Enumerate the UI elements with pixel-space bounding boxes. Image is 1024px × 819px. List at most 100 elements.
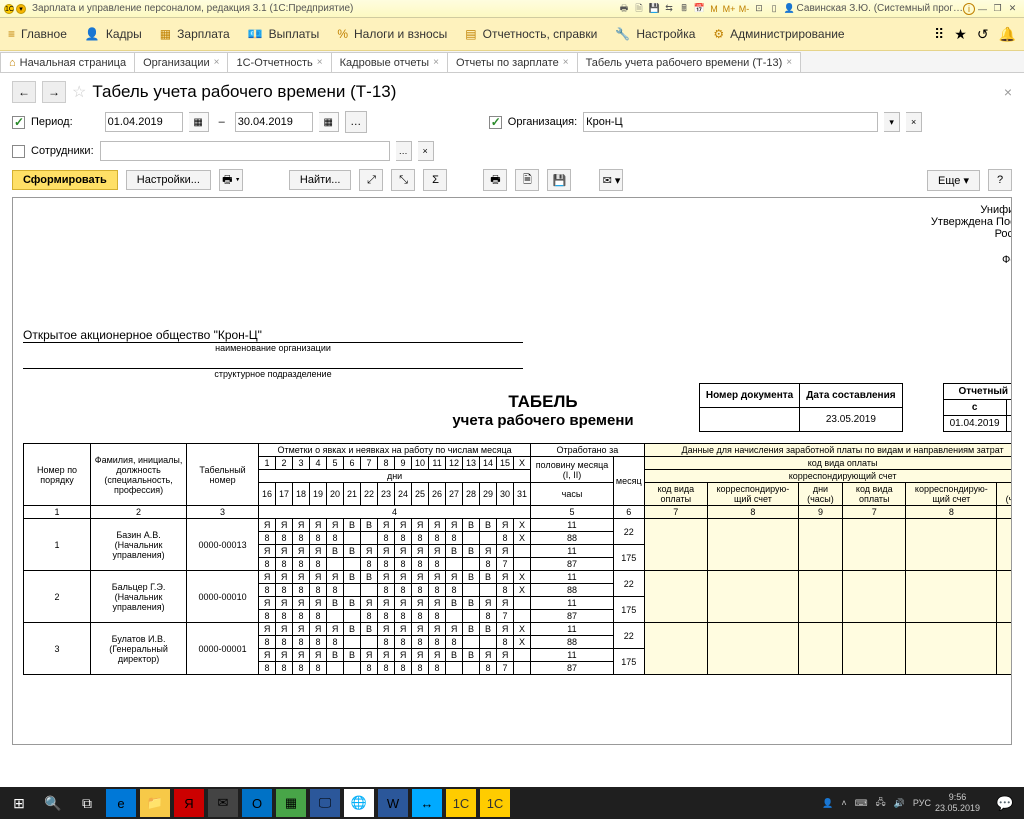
m-icon[interactable]: M: [707, 3, 722, 15]
menu-kadry[interactable]: 👤Кадры: [85, 27, 142, 41]
period-more-button[interactable]: …: [345, 111, 367, 133]
teamviewer-icon[interactable]: ↔: [412, 789, 442, 817]
date-from-input[interactable]: [105, 112, 183, 132]
notifications-icon[interactable]: 🔔: [999, 26, 1016, 43]
keyboard-icon[interactable]: ⌨: [855, 798, 868, 809]
favorites-icon[interactable]: ★: [954, 26, 967, 43]
menu-admin[interactable]: ⚙Администрирование: [713, 27, 844, 41]
pdf-icon[interactable]: 🗎: [515, 169, 539, 191]
back-button[interactable]: ←: [12, 81, 36, 103]
printer-icon[interactable]: 🖶: [483, 169, 507, 191]
report-viewport[interactable]: Унифицированн Утверждена Постановлен Рос…: [12, 197, 1012, 745]
employees-checkbox[interactable]: [12, 145, 25, 158]
history-icon[interactable]: ↺: [977, 26, 989, 43]
clock[interactable]: 9:5623.05.2019: [935, 792, 986, 814]
print-button[interactable]: 🖶 ▾: [219, 169, 243, 191]
close-window-icon[interactable]: ✕: [1005, 3, 1020, 15]
employees-more-icon[interactable]: …: [396, 141, 412, 161]
word-icon[interactable]: W: [378, 789, 408, 817]
star-icon[interactable]: ☆: [72, 82, 86, 102]
print-icon[interactable]: 🖶: [617, 3, 632, 15]
employees-clear-icon[interactable]: ×: [418, 141, 434, 161]
preview-icon[interactable]: 🗎: [632, 3, 647, 15]
close-icon[interactable]: ×: [786, 57, 792, 68]
doc-icon[interactable]: ▯: [767, 3, 782, 15]
m-minus-icon[interactable]: M-: [737, 3, 752, 15]
help-icon[interactable]: ?: [988, 169, 1012, 191]
tab-1c-otchetnost[interactable]: 1С-Отчетность×: [227, 52, 331, 72]
expand-all-icon[interactable]: ⤢: [359, 169, 383, 191]
settings-button[interactable]: Настройки...: [126, 170, 211, 190]
calc-icon[interactable]: 🖩: [677, 3, 692, 15]
period-checkbox[interactable]: [12, 116, 25, 129]
contact-icon[interactable]: 👤: [822, 798, 833, 809]
edge-icon[interactable]: e: [106, 789, 136, 817]
tab-organizations[interactable]: Организации×: [134, 52, 228, 72]
calendar-from-icon[interactable]: ▦: [189, 112, 209, 132]
sound-icon[interactable]: 🔊: [894, 798, 905, 809]
action-center-icon[interactable]: 💬: [990, 789, 1020, 817]
m-plus-icon[interactable]: M+: [722, 3, 737, 15]
minimize-icon[interactable]: —: [975, 3, 990, 15]
outlook-icon[interactable]: O: [242, 789, 272, 817]
user-icon[interactable]: 👤: [782, 3, 797, 15]
employees-input[interactable]: [100, 141, 390, 161]
screen-icon[interactable]: 🖵: [310, 789, 340, 817]
org-checkbox[interactable]: [489, 116, 502, 129]
find-button[interactable]: Найти...: [289, 170, 352, 190]
menu-main[interactable]: ≡Главное: [8, 27, 67, 41]
compare-icon[interactable]: ⇆: [662, 3, 677, 15]
calendar-to-icon[interactable]: ▦: [319, 112, 339, 132]
close-icon[interactable]: ×: [563, 57, 569, 68]
menu-nastroyka[interactable]: 🔧Настройка: [615, 27, 695, 41]
yandex-icon[interactable]: Я: [174, 789, 204, 817]
date-to-input[interactable]: [235, 112, 313, 132]
calendar-icon[interactable]: 📅: [692, 3, 707, 15]
info-icon[interactable]: i: [963, 3, 975, 15]
org-dropdown-icon[interactable]: ▾: [884, 112, 900, 132]
close-icon[interactable]: ×: [433, 57, 439, 68]
menu-otchetnost[interactable]: ▤Отчетность, справки: [465, 27, 597, 41]
search-icon[interactable]: 🔍: [38, 789, 68, 817]
app-logo-icon: 1С: [4, 4, 14, 14]
explorer-icon[interactable]: 📁: [140, 789, 170, 817]
generate-button[interactable]: Сформировать: [12, 170, 118, 190]
lang-indicator[interactable]: РУС: [913, 798, 931, 808]
chrome-icon[interactable]: 🌐: [344, 789, 374, 817]
start-button[interactable]: ⊞: [4, 789, 34, 817]
page-close-icon[interactable]: ×: [1004, 84, 1012, 100]
action-toolbar: Сформировать Настройки... 🖶 ▾ Найти... ⤢…: [0, 165, 1024, 195]
apps-grid-icon[interactable]: ⠿: [934, 26, 944, 43]
excel-icon[interactable]: ▦: [276, 789, 306, 817]
sum-icon[interactable]: Σ: [423, 169, 447, 191]
menu-vyplaty[interactable]: 💶Выплаты: [248, 27, 320, 41]
filter-row-2: Сотрудники: … ×: [0, 137, 1024, 165]
close-icon[interactable]: ×: [214, 57, 220, 68]
restore-icon[interactable]: ❐: [990, 3, 1005, 15]
1c-icon-2[interactable]: 1C: [480, 789, 510, 817]
task-view-icon[interactable]: ⧉: [72, 789, 102, 817]
menu-nalogi[interactable]: %Налоги и взносы: [337, 27, 447, 41]
tray-area[interactable]: 👤 ˄ ⌨ 🖧 🔊 РУС: [822, 795, 931, 811]
org-input[interactable]: [583, 112, 878, 132]
org-clear-icon[interactable]: ×: [906, 112, 922, 132]
tray-chevron-icon[interactable]: ˄: [841, 798, 846, 808]
menu-zarplata[interactable]: ▦Зарплата: [160, 27, 230, 41]
doc-number-table: Номер документаДата составления 23.05.20…: [699, 383, 903, 432]
doc-russia: России от 5 я: [23, 228, 1012, 240]
tools-icon[interactable]: ⊡: [752, 3, 767, 15]
tab-tabel-t13[interactable]: Табель учета рабочего времени (Т-13)×: [577, 52, 802, 72]
more-button[interactable]: Еще ▾: [927, 170, 980, 191]
tab-otchety-zarplate[interactable]: Отчеты по зарплате×: [447, 52, 578, 72]
close-icon[interactable]: ×: [317, 57, 323, 68]
1c-icon[interactable]: 1C: [446, 789, 476, 817]
tab-start[interactable]: ⌂Начальная страница: [0, 52, 135, 72]
tab-kadrovye-otchety[interactable]: Кадровые отчеты×: [331, 52, 448, 72]
save-disk-icon[interactable]: 💾: [547, 169, 571, 191]
network-icon[interactable]: 🖧: [876, 795, 886, 811]
save-icon[interactable]: 💾: [647, 3, 662, 15]
mail-icon[interactable]: ✉: [208, 789, 238, 817]
collapse-all-icon[interactable]: ⤡: [391, 169, 415, 191]
mail-icon[interactable]: ✉ ▾: [599, 169, 623, 191]
forward-button[interactable]: →: [42, 81, 66, 103]
